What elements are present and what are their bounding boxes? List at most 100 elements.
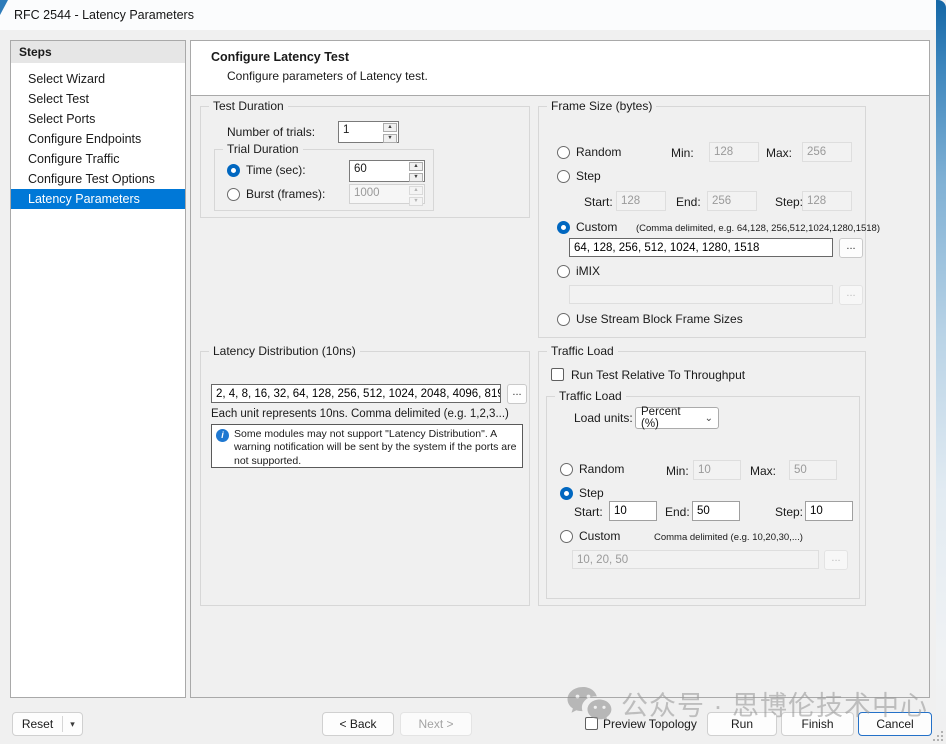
load-step-radio[interactable] [560,487,573,500]
frame-custom-hint: (Comma delimited, e.g. 64,128, 256,512,1… [636,223,880,234]
load-min-label: Min: [666,464,689,478]
load-min-field: 10 [693,460,741,480]
burst-label[interactable]: Burst (frames): [246,187,325,201]
frame-imix-field [569,285,833,304]
trial-duration-group-label: Trial Duration [223,142,303,156]
sidebar-item-latency-parameters[interactable]: Latency Parameters [11,189,185,209]
chevron-down-icon: ⌄ [699,413,713,424]
stepper-down-icon: ▼ [409,197,423,206]
load-custom-radio[interactable] [560,530,573,543]
frame-end-label: End: [676,195,701,209]
latency-note-box: i Some modules may not support "Latency … [211,424,523,468]
frame-end-field: 256 [707,191,757,211]
frame-random-radio[interactable] [557,146,570,159]
stepper-up-icon[interactable]: ▲ [409,162,423,171]
stepper-buttons: ▲ ▼ [408,161,424,181]
stepper-down-icon[interactable]: ▼ [409,173,423,182]
number-of-trials-value: 1 [339,122,382,142]
page-header: Configure Latency Test Configure paramet… [191,41,929,96]
latency-distribution-hint: Each unit represents 10ns. Comma delimit… [211,408,509,420]
time-label[interactable]: Time (sec): [246,163,306,177]
load-start-label: Start: [574,505,603,519]
frame-stepsize-field: 128 [802,191,852,211]
steps-header: Steps [11,41,185,63]
load-custom-field: 10, 20, 50 [572,550,819,569]
info-icon: i [216,429,229,442]
sidebar-item-select-ports[interactable]: Select Ports [11,109,185,129]
stepper-buttons: ▲ ▼ [408,185,424,203]
page-title: Configure Latency Test [211,50,349,64]
relative-throughput-checkbox[interactable] [551,368,564,381]
rfc2544-wizard-window: RFC 2544 - Latency Parameters Steps Sele… [0,0,946,744]
title-bar: RFC 2544 - Latency Parameters [0,0,937,30]
latency-distribution-group-label: Latency Distribution (10ns) [209,344,360,358]
frame-streamblock-label[interactable]: Use Stream Block Frame Sizes [576,312,743,326]
frame-custom-label[interactable]: Custom [576,220,617,234]
load-units-dropdown[interactable]: Percent (%) ⌄ [635,407,719,429]
sidebar-item-configure-endpoints[interactable]: Configure Endpoints [11,129,185,149]
load-max-label: Max: [750,464,776,478]
back-button[interactable]: < Back [322,712,394,736]
run-button[interactable]: Run [707,712,777,736]
time-value: 60 [350,161,408,181]
load-end-label: End: [665,505,690,519]
resize-grip-icon[interactable] [931,729,943,741]
frame-start-field: 128 [616,191,666,211]
frame-imix-radio[interactable] [557,265,570,278]
sidebar-item-select-test[interactable]: Select Test [11,89,185,109]
load-random-radio[interactable] [560,463,573,476]
time-radio[interactable] [227,164,240,177]
test-duration-group-label: Test Duration [209,99,288,113]
stepper-up-icon[interactable]: ▲ [383,123,397,132]
load-stepsize-field[interactable]: 10 [805,501,853,521]
sidebar-item-configure-traffic[interactable]: Configure Traffic [11,149,185,169]
reset-dropdown-arrow-icon[interactable]: ▾ [63,713,82,735]
load-units-value: Percent (%) [641,406,699,430]
traffic-load-inner-group: Traffic Load Load units: Percent (%) ⌄ R… [546,396,860,599]
time-stepper[interactable]: 60 ▲ ▼ [349,160,425,182]
latency-distribution-field[interactable]: 2, 4, 8, 16, 32, 64, 128, 256, 512, 1024… [211,384,501,403]
sidebar-item-select-wizard[interactable]: Select Wizard [11,69,185,89]
frame-imix-browse-button: ... [839,285,863,305]
steps-list: Select Wizard Select Test Select Ports C… [11,69,185,209]
frame-min-label: Min: [671,146,694,160]
load-custom-label[interactable]: Custom [579,529,620,543]
frame-random-label[interactable]: Random [576,145,621,159]
load-stepsize-label: Step: [775,505,803,519]
preview-topology-label[interactable]: Preview Topology [603,717,697,731]
frame-streamblock-radio[interactable] [557,313,570,326]
latency-distribution-browse-button[interactable]: ... [507,384,527,404]
load-end-field[interactable]: 50 [692,501,740,521]
number-of-trials-label: Number of trials: [227,125,315,139]
frame-max-field: 256 [802,142,852,162]
load-custom-hint: Comma delimited (e.g. 10,20,30,...) [654,532,803,543]
frame-step-label[interactable]: Step [576,169,601,183]
frame-max-label: Max: [766,146,792,160]
relative-throughput-label[interactable]: Run Test Relative To Throughput [571,368,745,382]
preview-topology-checkbox[interactable] [585,717,598,730]
frame-custom-radio[interactable] [557,221,570,234]
number-of-trials-stepper[interactable]: 1 ▲ ▼ [338,121,399,143]
frame-custom-browse-button[interactable]: ... [839,238,863,258]
burst-radio[interactable] [227,188,240,201]
reset-button[interactable]: Reset [13,713,62,735]
load-step-label[interactable]: Step [579,486,604,500]
load-start-field[interactable]: 10 [609,501,657,521]
frame-imix-label[interactable]: iMIX [576,264,600,278]
stepper-buttons: ▲ ▼ [382,122,398,142]
reset-split-button[interactable]: Reset ▾ [12,712,83,736]
burst-stepper: 1000 ▲ ▼ [349,184,425,204]
window-title: RFC 2544 - Latency Parameters [14,0,194,30]
frame-start-label: Start: [584,195,613,209]
load-random-label[interactable]: Random [579,462,624,476]
burst-value: 1000 [350,185,408,203]
traffic-load-group-label: Traffic Load [547,344,618,358]
frame-step-radio[interactable] [557,170,570,183]
finish-button[interactable]: Finish [781,712,854,736]
cancel-button[interactable]: Cancel [858,712,932,736]
trial-duration-group: Trial Duration Time (sec): 60 ▲ ▼ Burst … [214,149,434,211]
sidebar-item-configure-test-options[interactable]: Configure Test Options [11,169,185,189]
stepper-up-icon: ▲ [409,186,423,195]
frame-custom-field[interactable]: 64, 128, 256, 512, 1024, 1280, 1518 [569,238,833,257]
stepper-down-icon[interactable]: ▼ [383,134,397,143]
